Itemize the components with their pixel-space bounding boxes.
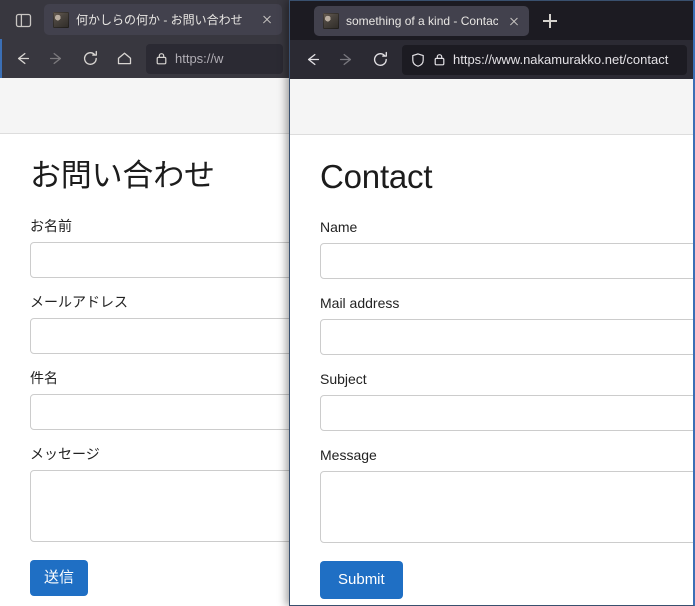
page-title-right: Contact xyxy=(320,158,433,195)
form-field-email-left: メールアドレス xyxy=(30,292,289,354)
field-label-name-right: Name xyxy=(320,219,358,235)
form-field-message-right: Message xyxy=(320,445,693,543)
site-header-right xyxy=(290,79,693,135)
reload-button-left[interactable] xyxy=(74,44,106,74)
forward-button-left[interactable] xyxy=(40,44,72,74)
tab-strip-left: 何かしらの何か - お問い合わせ xyxy=(0,0,289,39)
page-viewport-right: Contact Name Mail address Subject Messag… xyxy=(290,79,693,605)
field-label-message-left: メッセージ xyxy=(30,446,100,462)
url-text-left: https://w xyxy=(175,50,224,66)
email-input-right[interactable] xyxy=(320,319,693,355)
site-header-left xyxy=(0,78,289,134)
name-input-left[interactable] xyxy=(30,242,289,278)
forward-button-right[interactable] xyxy=(330,45,362,75)
subject-input-left[interactable] xyxy=(30,394,289,430)
tab-right-active[interactable]: something of a kind - Contact xyxy=(314,6,529,36)
close-icon[interactable] xyxy=(505,12,523,30)
nav-toolbar-right: https://www.nakamurakko.net/contact xyxy=(290,40,693,79)
browser-window-right[interactable]: something of a kind - Contact https://ww… xyxy=(289,0,695,606)
back-button-left[interactable] xyxy=(6,44,38,74)
page-viewport-left: お問い合わせ お名前 メールアドレス 件名 メッセージ 送信 xyxy=(0,78,289,606)
close-icon[interactable] xyxy=(258,11,276,29)
tab-title-right: something of a kind - Contact xyxy=(346,14,498,28)
form-field-message-left: メッセージ xyxy=(30,444,289,542)
url-bar-left[interactable]: https://w xyxy=(146,43,283,74)
field-label-email-right: Mail address xyxy=(320,295,400,311)
shield-icon[interactable] xyxy=(410,52,426,68)
subject-input-right[interactable] xyxy=(320,395,693,431)
screen: 何かしらの何か - お問い合わせ https://w お問い合わせ お名前 メー… xyxy=(0,0,695,606)
lock-icon[interactable] xyxy=(432,52,447,67)
sidebar-toggle-icon[interactable] xyxy=(6,5,40,35)
site-favicon-photo-icon xyxy=(53,11,69,28)
tab-strip-right: something of a kind - Contact xyxy=(290,1,693,40)
form-field-subject-right: Subject xyxy=(320,369,693,431)
tab-left-active[interactable]: 何かしらの何か - お問い合わせ xyxy=(44,4,282,35)
reload-button-right[interactable] xyxy=(364,45,396,75)
url-bar-right[interactable]: https://www.nakamurakko.net/contact xyxy=(402,44,687,75)
page-body-right: Contact Name Mail address Subject Messag… xyxy=(290,135,693,599)
field-label-name-left: お名前 xyxy=(30,218,72,234)
message-textarea-left[interactable] xyxy=(30,470,289,542)
page-title-left: お問い合わせ xyxy=(30,158,215,193)
form-field-name-right: Name xyxy=(320,217,693,279)
site-favicon-photo-icon xyxy=(323,13,339,29)
form-field-email-right: Mail address xyxy=(320,293,693,355)
field-label-subject-left: 件名 xyxy=(30,370,58,386)
field-label-email-left: メールアドレス xyxy=(30,294,128,310)
page-body-left: お問い合わせ お名前 メールアドレス 件名 メッセージ 送信 xyxy=(0,134,289,596)
new-tab-icon[interactable] xyxy=(537,8,563,34)
form-field-name-left: お名前 xyxy=(30,216,289,278)
name-input-right[interactable] xyxy=(320,243,693,279)
url-text-right: https://www.nakamurakko.net/contact xyxy=(453,51,669,67)
form-field-subject-left: 件名 xyxy=(30,368,289,430)
email-input-left[interactable] xyxy=(30,318,289,354)
tab-title-left: 何かしらの何か - お問い合わせ xyxy=(76,12,243,27)
home-button-left[interactable] xyxy=(108,44,140,74)
message-textarea-right[interactable] xyxy=(320,471,693,543)
field-label-subject-right: Subject xyxy=(320,371,367,387)
field-label-message-right: Message xyxy=(320,447,377,463)
browser-window-left[interactable]: 何かしらの何か - お問い合わせ https://w お問い合わせ お名前 メー… xyxy=(0,0,290,606)
submit-button-right[interactable]: Submit xyxy=(320,561,403,599)
back-button-right[interactable] xyxy=(296,45,328,75)
submit-button-left[interactable]: 送信 xyxy=(30,560,89,596)
lock-icon xyxy=(154,51,169,66)
nav-toolbar-left: https://w xyxy=(0,39,289,78)
